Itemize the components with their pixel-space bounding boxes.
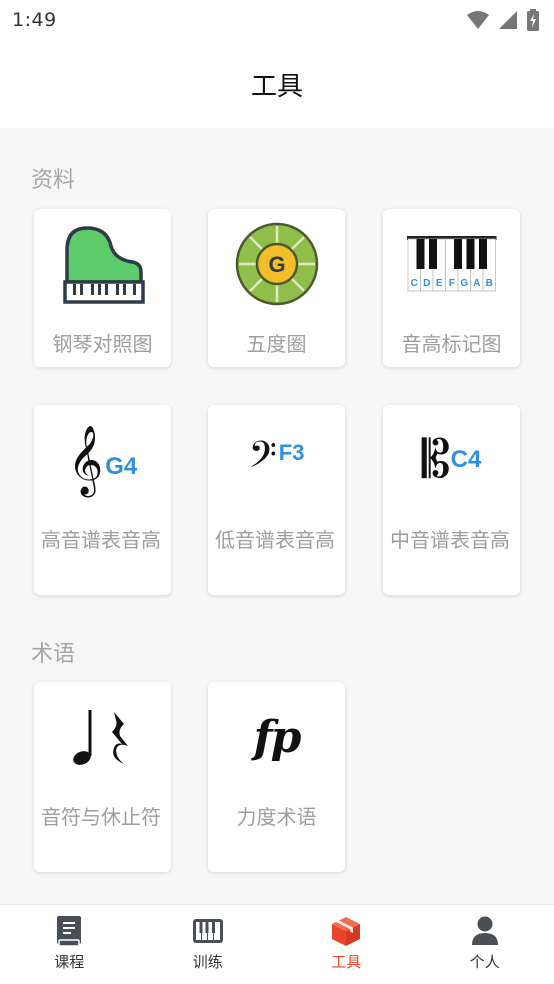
- clef-note-label: G4: [105, 453, 138, 480]
- status-icons: [466, 9, 540, 31]
- card-label: 五度圈: [246, 332, 307, 356]
- card-label: 低音谱表音高: [215, 528, 335, 552]
- keyboard-note-names-icon: CDEFGAB: [383, 209, 520, 319]
- card-label: 音符与休止符: [41, 805, 161, 829]
- section-title-materials: 资料: [31, 168, 76, 193]
- tab-tools[interactable]: 工具: [277, 905, 416, 984]
- key-note-label: C: [410, 278, 417, 289]
- bottom-tab-bar: 课程 训练 工具 个人: [0, 904, 554, 984]
- card-label: 中音谱表音高: [390, 528, 510, 552]
- dynamics-text: fp: [253, 711, 302, 763]
- card-treble-clef[interactable]: 𝄞 G4 高音谱表音高: [34, 405, 171, 595]
- note-and-rest-icon: [34, 682, 171, 792]
- circle-center-note: G: [268, 252, 285, 277]
- black-key: [466, 239, 474, 269]
- toolbox-icon: [332, 917, 361, 946]
- app-header: 工具: [0, 40, 554, 128]
- wifi-icon: [467, 11, 489, 29]
- black-key: [453, 239, 462, 269]
- card-label: 钢琴对照图: [52, 332, 153, 356]
- section-title-terms: 术语: [31, 642, 76, 667]
- tools-content[interactable]: 资料 钢琴对照图 G 五度圈 C D E F G A B 音高标记图 𝄞 G4 …: [0, 128, 554, 904]
- battery-icon: [527, 9, 539, 31]
- key-note-label: A: [473, 278, 480, 289]
- card-label: 高音谱表音高: [41, 528, 161, 552]
- tab-training[interactable]: 训练: [139, 905, 278, 984]
- tab-profile[interactable]: 个人: [416, 905, 554, 984]
- bass-clef-icon: 𝄢 F3: [248, 434, 305, 485]
- tab-courses[interactable]: 课程: [0, 905, 139, 984]
- page-title: 工具: [250, 71, 303, 102]
- black-key: [478, 239, 487, 269]
- status-time: 1:49: [12, 9, 57, 31]
- alto-clef-icon: 𝄡 C4: [421, 430, 482, 490]
- book-icon: [57, 916, 82, 947]
- tab-label: 工具: [331, 953, 362, 971]
- card-circle-of-fifths[interactable]: G 五度圈: [208, 209, 345, 367]
- card-dynamics[interactable]: fp 力度术语: [208, 682, 345, 872]
- treble-clef-icon: 𝄞 G4: [67, 425, 138, 495]
- black-key: [428, 239, 437, 269]
- tab-label: 个人: [469, 953, 500, 971]
- key-note-label: F: [448, 278, 454, 289]
- card-piano-chart[interactable]: 钢琴对照图: [34, 209, 171, 367]
- tab-label: 训练: [192, 953, 223, 971]
- cellular-signal-icon: [499, 11, 517, 29]
- key-note-label: G: [460, 278, 468, 289]
- circle-of-fifths-icon: G: [208, 209, 345, 319]
- key-note-label: E: [435, 278, 442, 289]
- person-icon: [471, 916, 498, 945]
- card-label: 力度术语: [236, 805, 317, 829]
- grand-piano-icon: [34, 209, 171, 319]
- card-pitch-notation[interactable]: CDEFGAB 音高标记图: [383, 209, 520, 367]
- clef-note-label: F3: [278, 440, 305, 465]
- black-key: [416, 239, 424, 269]
- tab-label: 课程: [54, 953, 85, 971]
- key-note-label: D: [423, 278, 430, 289]
- card-notes-and-rests[interactable]: 音符与休止符: [34, 682, 171, 872]
- status-bar: 1:49: [0, 0, 554, 40]
- clef-note-label: C4: [450, 446, 482, 473]
- card-bass-clef[interactable]: 𝄢 F3 低音谱表音高: [208, 405, 345, 595]
- key-note-label: B: [485, 278, 492, 289]
- card-label: 音高标记图: [401, 332, 502, 356]
- piano-keys-icon: [192, 919, 223, 943]
- dynamics-fp-icon: fp: [208, 682, 345, 792]
- card-alto-clef[interactable]: 𝄡 C4 中音谱表音高: [383, 405, 520, 595]
